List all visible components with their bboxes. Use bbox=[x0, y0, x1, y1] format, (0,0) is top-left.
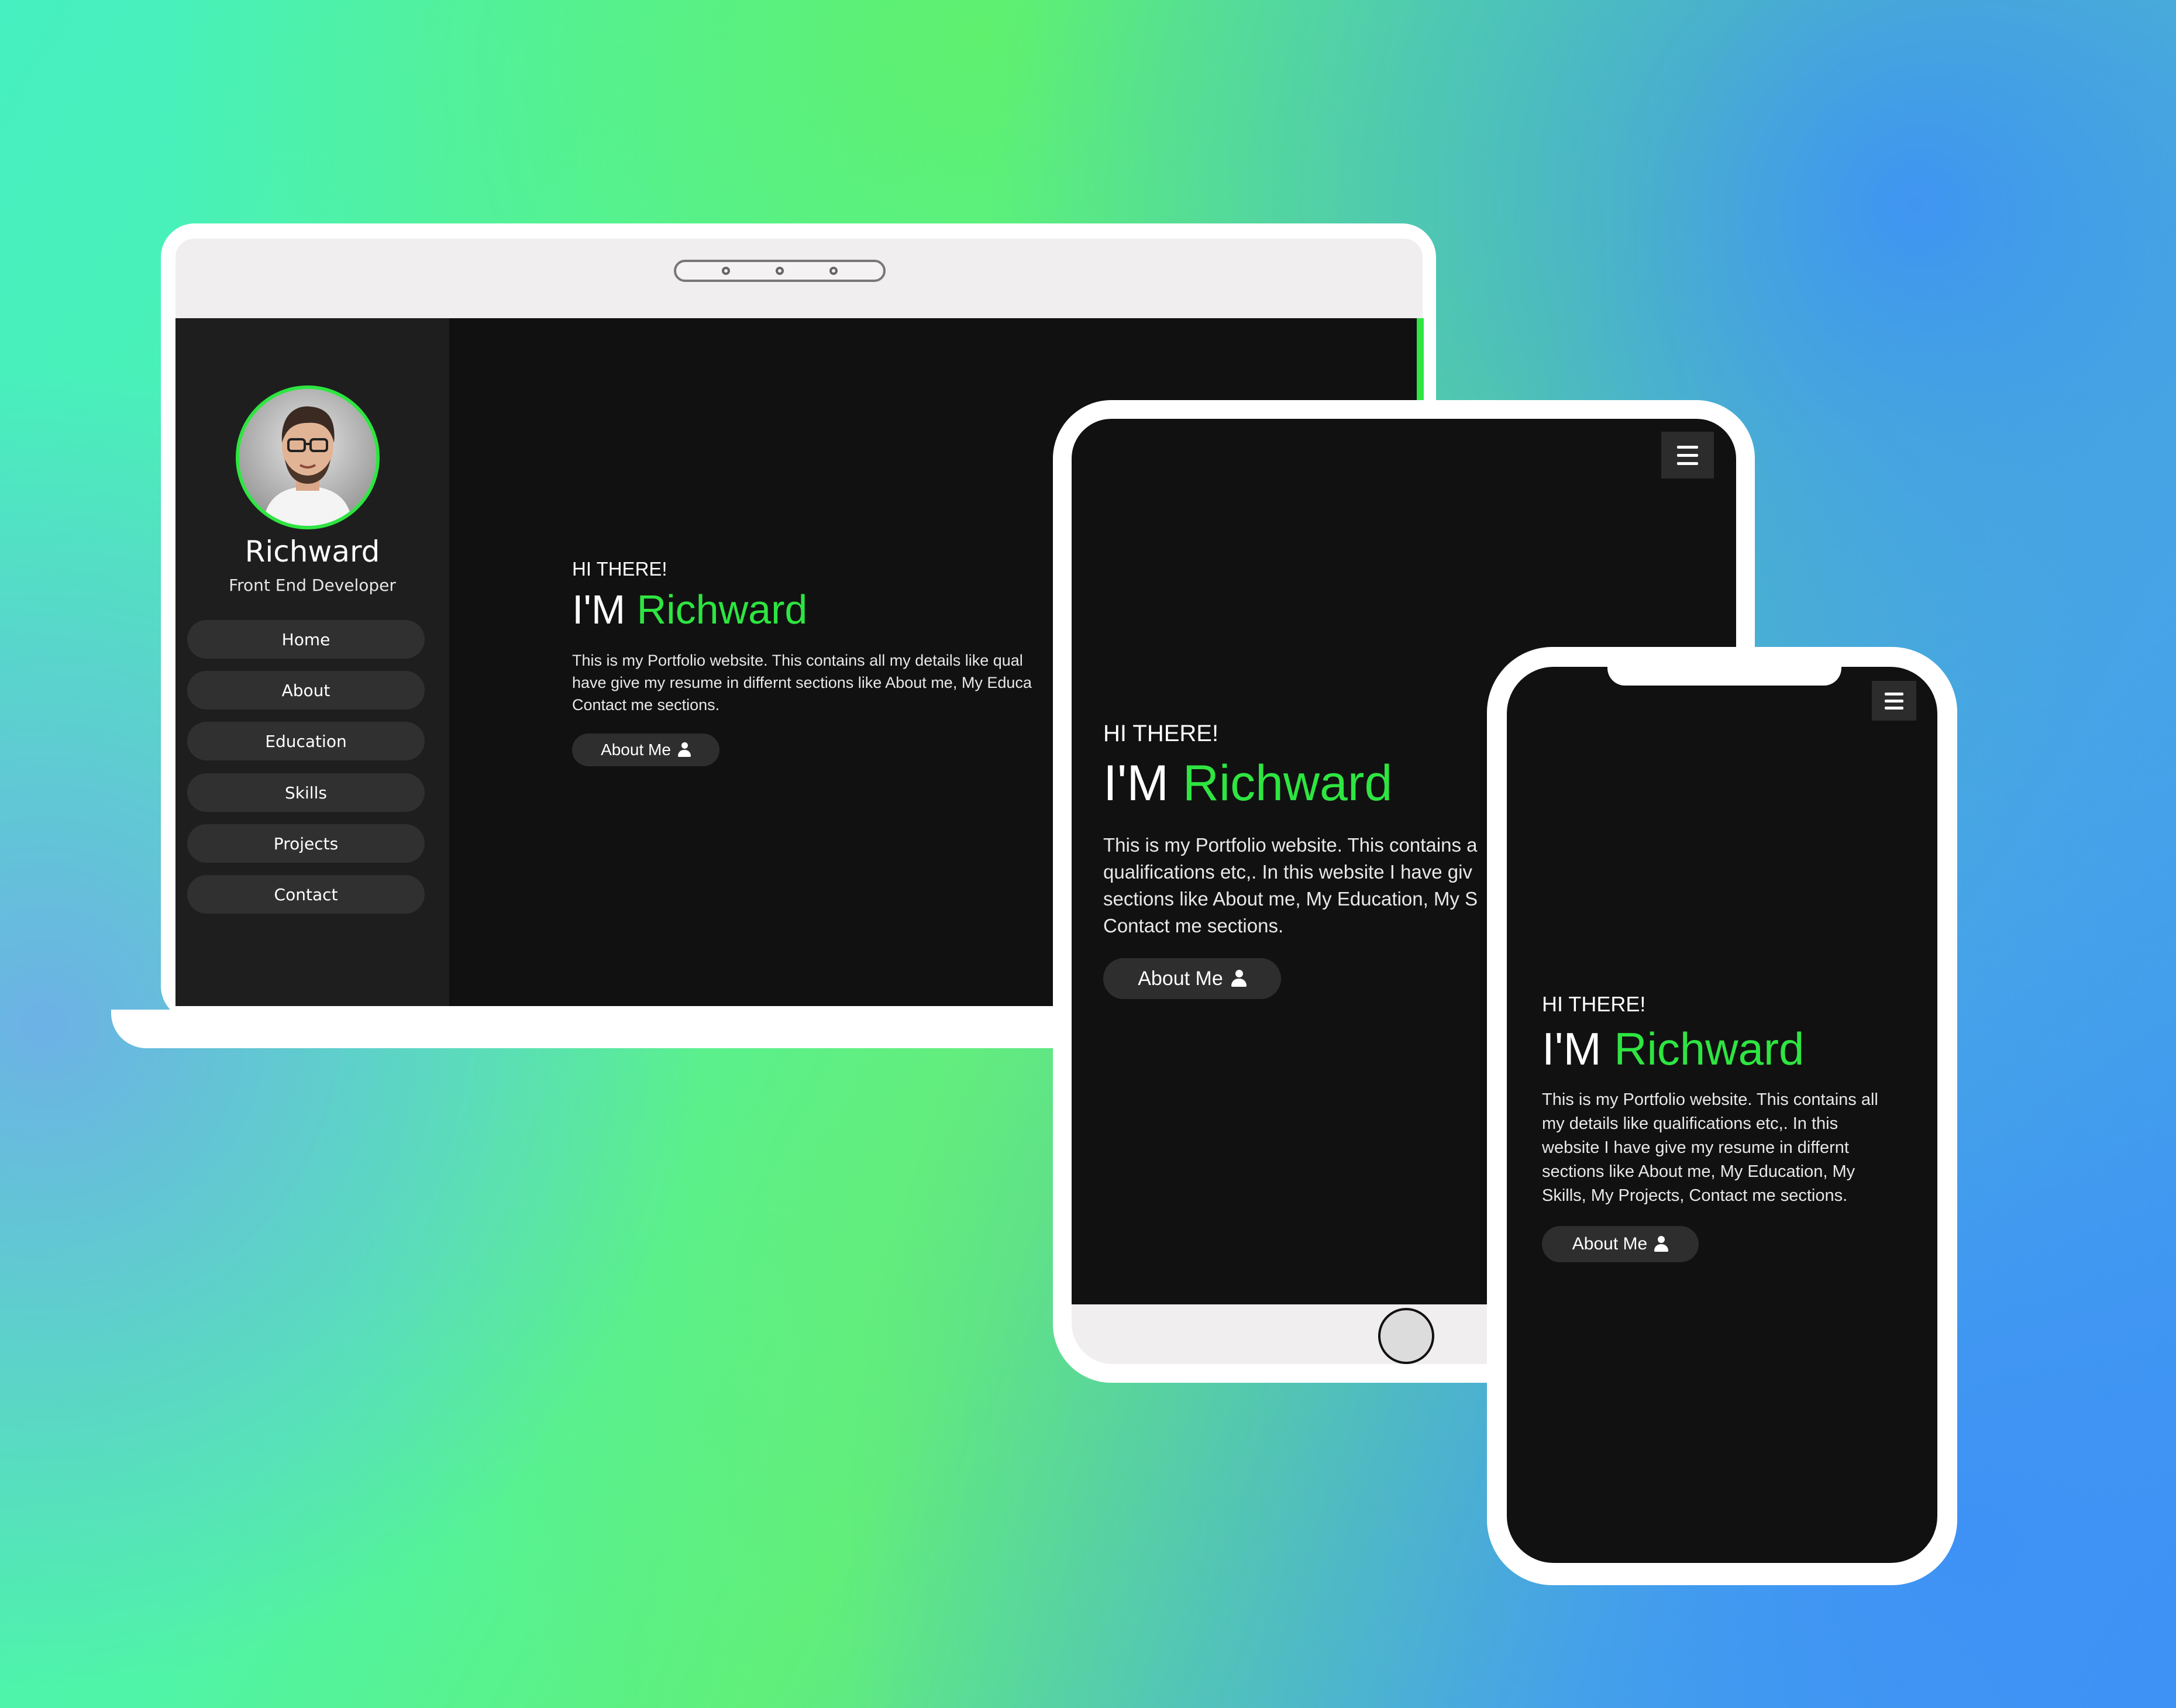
hero-desc-line: sections like About me, My Education, My… bbox=[1103, 888, 1478, 910]
about-me-button[interactable]: About Me bbox=[1103, 958, 1281, 999]
user-icon bbox=[1654, 1236, 1669, 1252]
hero-desc-line: Contact me sections. bbox=[1103, 915, 1284, 936]
hero-greeting: HI THERE! bbox=[1542, 992, 1646, 1016]
about-me-label: About Me bbox=[601, 741, 671, 759]
about-me-label: About Me bbox=[1138, 967, 1223, 990]
user-icon bbox=[677, 742, 691, 757]
hero-desc-line: sections like About me, My Education, My bbox=[1542, 1162, 1855, 1181]
hamburger-menu-icon[interactable] bbox=[1661, 432, 1714, 478]
hero-title-name: Richward bbox=[636, 587, 808, 632]
hero-title-prefix: I'M bbox=[1542, 1023, 1614, 1075]
camera-dot bbox=[722, 267, 730, 275]
hero-title: I'M Richward bbox=[1542, 1022, 1804, 1076]
nav-education[interactable]: Education bbox=[187, 722, 425, 760]
hero-title-name: Richward bbox=[1182, 755, 1393, 811]
hero-description: This is my Portfolio website. This conta… bbox=[1103, 832, 1478, 939]
nav-home[interactable]: Home bbox=[187, 620, 425, 659]
avatar bbox=[236, 385, 380, 529]
user-icon bbox=[1231, 970, 1247, 987]
nav-contact[interactable]: Contact bbox=[187, 875, 425, 914]
hero-desc-line: This is my Portfolio website. This conta… bbox=[1103, 834, 1478, 856]
hero-desc-line: Skills, My Projects, Contact me sections… bbox=[1542, 1186, 1848, 1205]
profile-role: Front End Developer bbox=[229, 576, 396, 595]
camera-dot bbox=[829, 267, 838, 275]
phone-screen: HI THERE! I'M Richward This is my Portfo… bbox=[1507, 667, 1937, 1563]
home-button[interactable] bbox=[1378, 1308, 1434, 1364]
about-me-button[interactable]: About Me bbox=[572, 734, 719, 766]
hero-title-prefix: I'M bbox=[1103, 755, 1183, 811]
sidebar: Richward Front End Developer Home About … bbox=[175, 318, 449, 1006]
nav-about[interactable]: About bbox=[187, 671, 425, 710]
hero-desc-line: This is my Portfolio website. This conta… bbox=[1542, 1090, 1878, 1109]
hero-desc-line: have give my resume in differnt sections… bbox=[572, 674, 1032, 691]
avatar-photo bbox=[239, 389, 376, 526]
about-me-button[interactable]: About Me bbox=[1542, 1226, 1699, 1262]
hero-greeting: HI THERE! bbox=[572, 558, 667, 580]
hero-desc-line: This is my Portfolio website. This conta… bbox=[572, 652, 1023, 669]
camera-dot bbox=[776, 267, 784, 275]
about-me-label: About Me bbox=[1572, 1234, 1648, 1254]
nav-projects[interactable]: Projects bbox=[187, 824, 425, 863]
hero-title-name: Richward bbox=[1614, 1023, 1805, 1075]
profile-name: Richward bbox=[245, 535, 380, 569]
nav-skills[interactable]: Skills bbox=[187, 773, 425, 812]
hero-desc-line: Contact me sections. bbox=[572, 696, 720, 714]
hero-description: This is my Portfolio website. This conta… bbox=[572, 649, 1032, 716]
laptop-camera-bar bbox=[674, 260, 886, 282]
hero-title: I'M Richward bbox=[572, 586, 807, 633]
hero-title: I'M Richward bbox=[1103, 755, 1392, 812]
hero-desc-line: qualifications etc,. In this website I h… bbox=[1103, 861, 1472, 883]
hero-title-prefix: I'M bbox=[572, 587, 637, 632]
phone-notch bbox=[1607, 666, 1841, 686]
hero-description: This is my Portfolio website. This conta… bbox=[1542, 1088, 1878, 1208]
hero-desc-line: website I have give my resume in differn… bbox=[1542, 1138, 1849, 1157]
hero-greeting: HI THERE! bbox=[1103, 721, 1219, 746]
hamburger-menu-icon[interactable] bbox=[1872, 681, 1916, 721]
scrollbar[interactable] bbox=[1417, 318, 1424, 400]
hero-desc-line: my details like qualifications etc,. In … bbox=[1542, 1114, 1838, 1133]
